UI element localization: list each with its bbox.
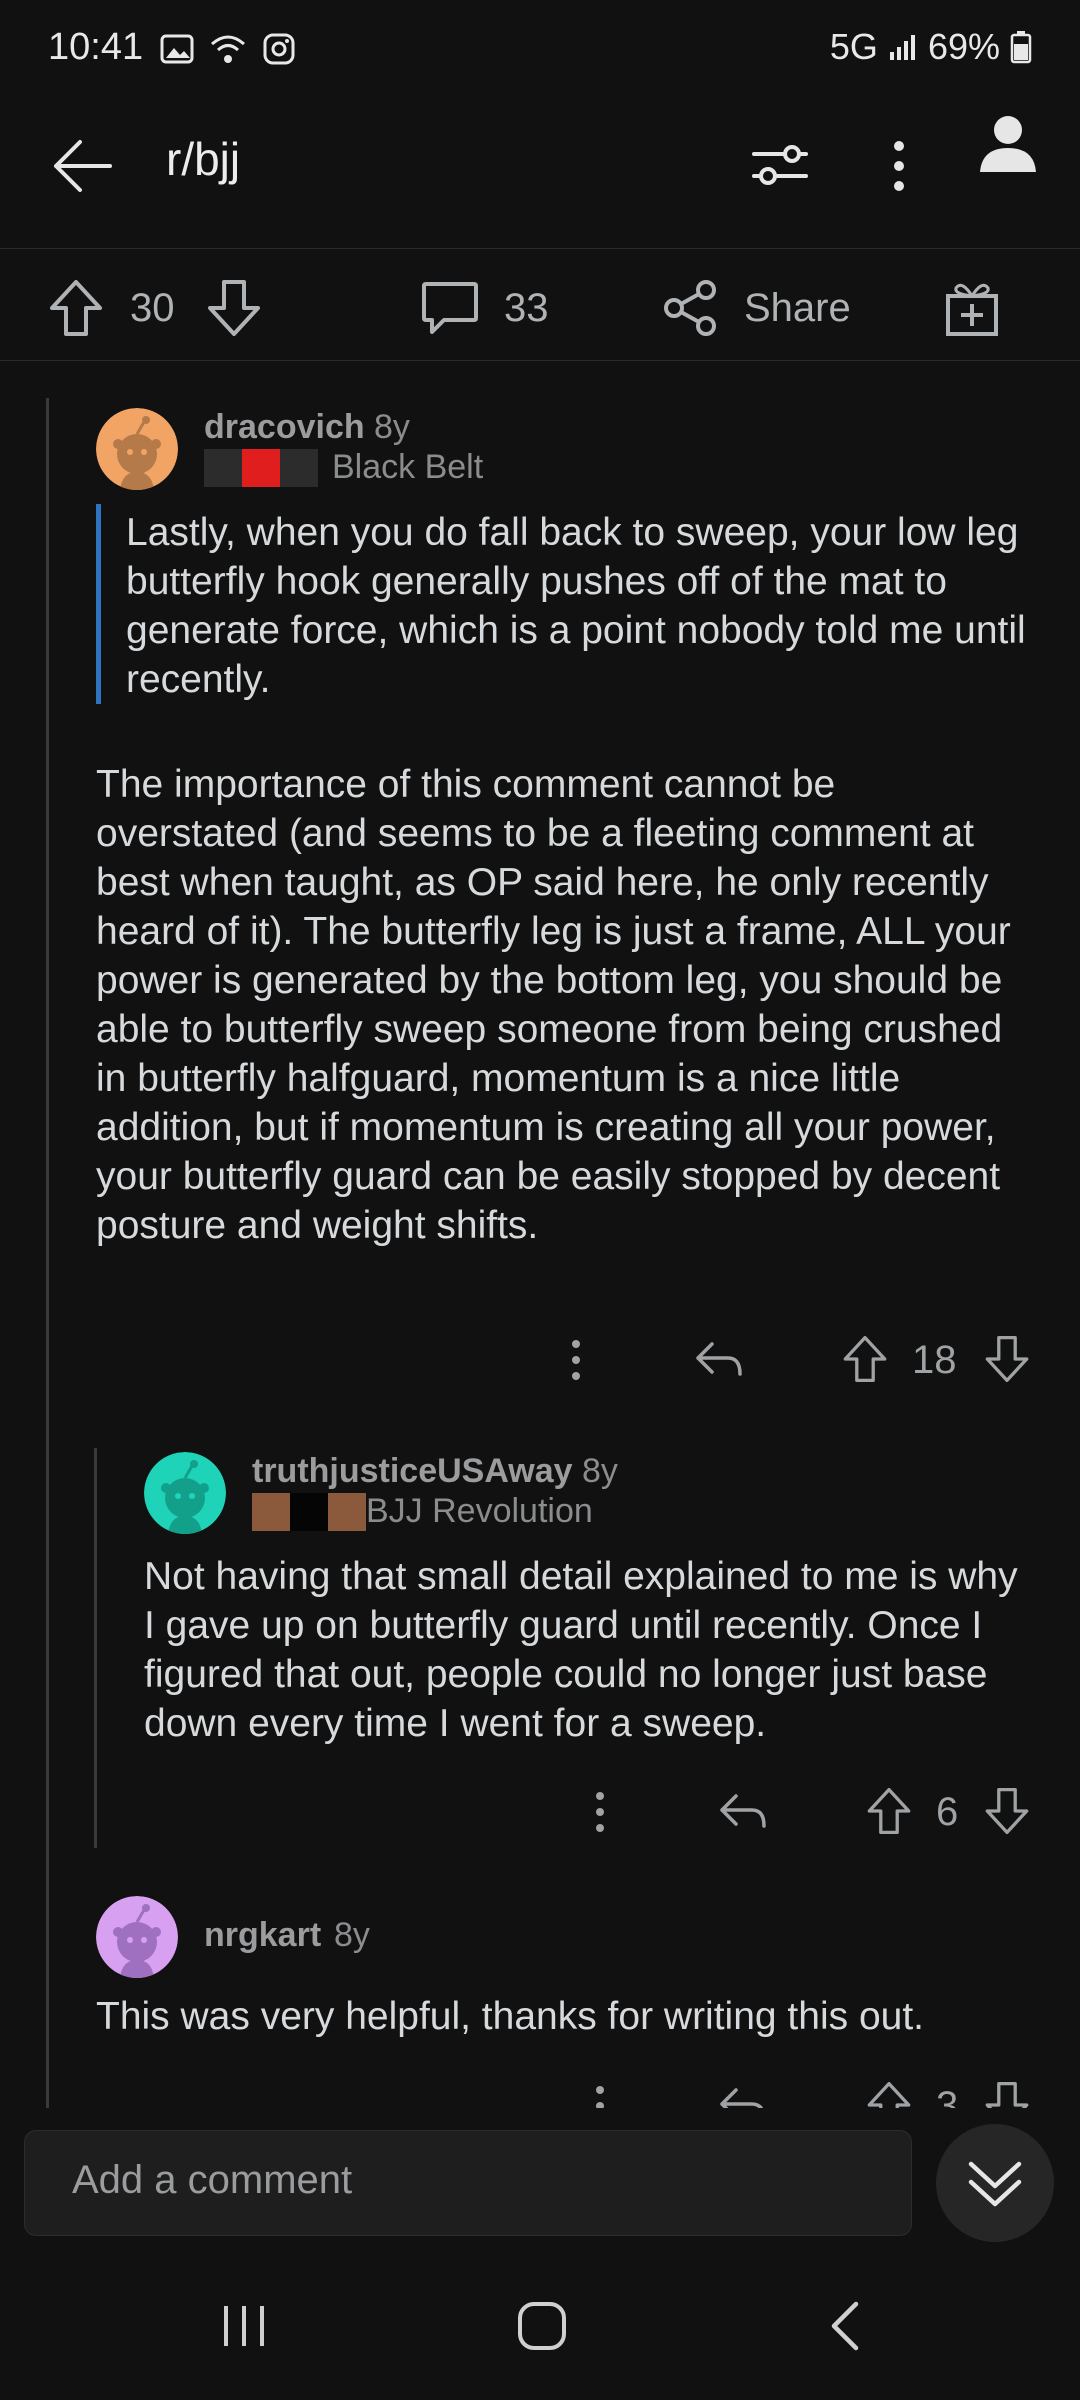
reply-icon[interactable] (694, 1340, 744, 1380)
upvote-icon (50, 280, 102, 336)
comment-age: 8y (582, 1452, 618, 1490)
header-bar (0, 100, 1080, 249)
add-comment-placeholder[interactable]: Add a comment (72, 2158, 352, 2203)
chevron-left-icon (831, 2301, 859, 2351)
more-vertical-icon[interactable] (592, 2084, 608, 2108)
comment-icon (422, 282, 478, 334)
recent-apps-button[interactable] (214, 2298, 274, 2354)
comment-body: Not having that small detail explained t… (144, 1555, 1018, 1745)
post-score: 30 (130, 286, 175, 330)
downvote-icon[interactable] (984, 1786, 1030, 1836)
collapse-comments-button[interactable] (936, 2124, 1054, 2242)
downvote-icon[interactable] (984, 1334, 1030, 1384)
avatar[interactable] (144, 1452, 226, 1534)
wifi-icon (211, 35, 245, 63)
upvote-icon[interactable] (866, 1786, 912, 1836)
snoo-avatar-icon (96, 408, 178, 490)
comment-actions: 3 (584, 2076, 1040, 2108)
comment-score: 6 (936, 1790, 959, 1834)
snoo-avatar-icon (144, 1452, 226, 1534)
profile-button[interactable] (978, 112, 1038, 174)
comment-username[interactable]: dracovich (204, 408, 365, 447)
battery-percent: 69% (927, 26, 1000, 67)
downvote-icon (208, 280, 260, 336)
more-options-button[interactable] (886, 138, 912, 194)
status-right: 5G 69% (830, 26, 1032, 68)
back-button[interactable] (50, 134, 114, 198)
user-flair: BJJ Revolution (252, 1492, 593, 1531)
upvote-icon[interactable] (842, 1334, 888, 1384)
gallery-icon (160, 34, 194, 64)
comment-quote: Lastly, when you do fall back to sweep, … (126, 511, 1026, 701)
avatar[interactable] (96, 1896, 178, 1978)
comment-body: The importance of this comment cannot be… (96, 763, 1011, 1247)
downvote-icon[interactable] (984, 2080, 1030, 2108)
more-vertical-icon[interactable] (592, 1790, 608, 1834)
post-comments-button[interactable] (420, 280, 480, 338)
comment-actions: 6 (584, 1782, 1040, 1846)
comment-score: 3 (936, 2084, 959, 2108)
flair-emoji-block (252, 1492, 290, 1531)
comment-username[interactable]: truthjusticeUSAway (252, 1452, 573, 1491)
network-label: 5G (829, 26, 878, 67)
subreddit-title[interactable]: r/bjj (166, 132, 240, 186)
avatar[interactable] (96, 408, 178, 490)
comment-age: 8y (374, 408, 410, 446)
more-vertical-icon[interactable] (568, 1338, 584, 1382)
upvote-icon[interactable] (866, 2080, 912, 2108)
comment-truthjusticeUSAway: truthjusticeUSAway 8y BJJ Revolution Not… (0, 1448, 1080, 1868)
flair-emoji-block (204, 448, 242, 487)
flair-emoji-block (290, 1492, 328, 1531)
status-time: 10:41 (48, 26, 144, 68)
reply-icon[interactable] (718, 2086, 768, 2108)
flair-emoji-block (242, 448, 280, 487)
recent-apps-icon (224, 2306, 264, 2346)
flair-emoji-block (328, 1492, 366, 1531)
user-icon (980, 116, 1036, 172)
share-icon (664, 280, 716, 336)
comment-age: 8y (334, 1916, 370, 1954)
gift-icon (946, 283, 998, 336)
status-icons-left (160, 32, 296, 66)
sliders-icon (752, 145, 808, 185)
sort-filter-button[interactable] (750, 134, 810, 194)
instagram-icon (263, 33, 295, 65)
battery-icon (1010, 31, 1032, 64)
comment-score: 18 (912, 1338, 957, 1382)
post-upvote-button[interactable] (48, 278, 104, 338)
double-chevron-down-icon (968, 2161, 1022, 2207)
post-share-button[interactable] (660, 278, 720, 338)
back-arrow-icon (54, 140, 112, 192)
post-comment-count: 33 (504, 286, 549, 330)
flair-text: BJJ Revolution (366, 1492, 593, 1530)
comment-username[interactable]: nrgkart (204, 1916, 321, 1955)
status-bar: 10:41 5G 69% (0, 0, 1080, 100)
comment-body: This was very helpful, thanks for writin… (96, 1995, 925, 2038)
comment-actions: 18 (560, 1330, 1040, 1394)
signal-icon (889, 35, 915, 60)
flair-emoji-block (280, 448, 318, 487)
post-share-label[interactable]: Share (744, 286, 851, 331)
comment-dracovich: dracovich 8y Black Belt Lastly, when you… (0, 398, 1080, 1398)
reply-icon[interactable] (718, 1792, 768, 1832)
home-icon (518, 2302, 566, 2350)
comment-nrgkart: nrgkart 8y This was very helpful, thanks… (0, 1896, 1080, 2108)
post-award-button[interactable] (942, 278, 1002, 338)
user-flair: Black Belt (204, 448, 483, 487)
quote-bar (96, 504, 101, 704)
flair-text: Black Belt (332, 448, 484, 486)
home-button[interactable] (512, 2296, 572, 2356)
system-back-button[interactable] (822, 2298, 872, 2354)
snoo-avatar-icon (96, 1896, 178, 1978)
post-downvote-button[interactable] (206, 278, 262, 338)
more-vertical-icon (894, 141, 904, 191)
